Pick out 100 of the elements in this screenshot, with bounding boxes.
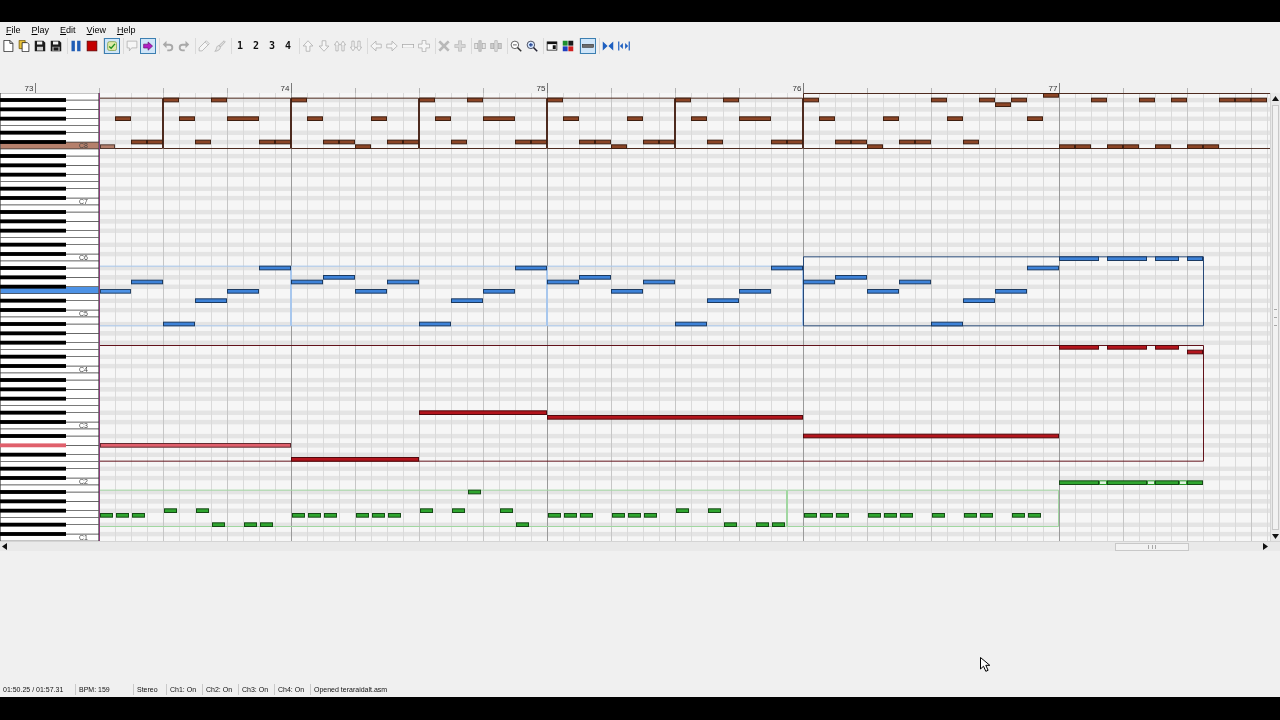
note-block[interactable] bbox=[644, 513, 657, 518]
piano-key[interactable] bbox=[0, 484, 99, 493]
pattern-frame[interactable] bbox=[675, 97, 803, 149]
note-block[interactable] bbox=[547, 97, 563, 103]
note-block[interactable] bbox=[548, 513, 561, 518]
note-block[interactable] bbox=[259, 139, 275, 145]
note-block[interactable] bbox=[483, 289, 515, 294]
piano-key[interactable] bbox=[0, 396, 66, 401]
note-block[interactable] bbox=[100, 289, 131, 294]
pattern-frame[interactable] bbox=[803, 256, 1204, 327]
piano-key[interactable] bbox=[0, 186, 66, 191]
piano-key[interactable] bbox=[0, 260, 99, 269]
note-block[interactable] bbox=[899, 279, 931, 285]
note-block[interactable] bbox=[1155, 480, 1179, 485]
piano-key[interactable] bbox=[0, 452, 66, 457]
note-block[interactable] bbox=[100, 144, 115, 149]
note-block[interactable] bbox=[659, 139, 675, 145]
note-block[interactable] bbox=[564, 513, 577, 518]
note-block[interactable] bbox=[851, 139, 867, 145]
piano-key[interactable] bbox=[0, 219, 66, 224]
note-block[interactable] bbox=[675, 97, 691, 103]
note-block[interactable] bbox=[1011, 97, 1027, 103]
note-block[interactable] bbox=[787, 139, 803, 145]
note-block[interactable] bbox=[227, 289, 259, 294]
note-block[interactable] bbox=[1219, 97, 1235, 103]
note-block[interactable] bbox=[756, 522, 769, 527]
note-block[interactable] bbox=[628, 513, 641, 518]
note-block[interactable] bbox=[324, 513, 337, 518]
pattern-frame[interactable] bbox=[291, 97, 419, 149]
note-block[interactable] bbox=[515, 265, 547, 271]
note-block[interactable] bbox=[164, 508, 177, 513]
note-block[interactable] bbox=[516, 522, 529, 527]
note-block[interactable] bbox=[643, 279, 675, 285]
piano-key[interactable] bbox=[0, 499, 66, 504]
horizontal-scrollbar[interactable] bbox=[0, 541, 1280, 551]
note-tail[interactable] bbox=[1099, 480, 1107, 485]
note-block[interactable] bbox=[116, 513, 129, 518]
note-block[interactable] bbox=[323, 139, 339, 145]
scrollbar-thumb[interactable] bbox=[1272, 105, 1279, 530]
note-block[interactable] bbox=[1139, 97, 1155, 103]
toolbar-button[interactable] bbox=[580, 38, 596, 54]
note-block[interactable] bbox=[931, 321, 963, 327]
note-block[interactable] bbox=[595, 139, 611, 145]
note-block[interactable] bbox=[515, 139, 531, 145]
note-block[interactable] bbox=[500, 508, 513, 513]
note-block[interactable] bbox=[1091, 97, 1107, 103]
note-block[interactable] bbox=[803, 279, 835, 285]
note-block[interactable] bbox=[900, 513, 913, 518]
number-button[interactable]: 2 bbox=[248, 38, 264, 54]
note-block[interactable] bbox=[1187, 256, 1203, 261]
note-block[interactable] bbox=[291, 97, 307, 103]
stop-icon[interactable] bbox=[86, 40, 98, 52]
note-block[interactable] bbox=[868, 513, 881, 518]
piano-key[interactable] bbox=[0, 508, 66, 513]
note-block[interactable] bbox=[771, 139, 787, 145]
documents-icon[interactable] bbox=[18, 40, 30, 52]
note-block[interactable] bbox=[723, 97, 739, 103]
note-block[interactable] bbox=[867, 289, 899, 294]
note-block[interactable] bbox=[387, 139, 403, 145]
note-block[interactable] bbox=[708, 508, 721, 513]
piano-key[interactable] bbox=[0, 116, 66, 121]
note-block[interactable] bbox=[1171, 97, 1187, 103]
note-block[interactable] bbox=[1059, 480, 1099, 485]
note-block[interactable] bbox=[403, 139, 419, 145]
note-block[interactable] bbox=[771, 265, 803, 271]
note-block[interactable] bbox=[420, 508, 433, 513]
piano-key[interactable] bbox=[0, 148, 99, 157]
note-block[interactable] bbox=[419, 97, 435, 103]
note-block[interactable] bbox=[932, 513, 945, 518]
piano-key[interactable] bbox=[0, 316, 99, 325]
note-block[interactable] bbox=[468, 489, 481, 495]
page-icon[interactable] bbox=[2, 40, 14, 52]
note-block[interactable] bbox=[531, 139, 547, 145]
zoom-in-icon[interactable] bbox=[526, 40, 538, 52]
note-tail[interactable] bbox=[1179, 480, 1187, 485]
piano-key[interactable] bbox=[0, 228, 66, 233]
piano-key[interactable] bbox=[0, 387, 66, 392]
note-block[interactable] bbox=[419, 321, 451, 327]
note-block[interactable] bbox=[100, 513, 113, 518]
piano-key[interactable] bbox=[0, 130, 66, 135]
note-block[interactable] bbox=[372, 513, 385, 518]
window-icon[interactable] bbox=[546, 40, 558, 52]
piano-key[interactable] bbox=[0, 354, 66, 359]
note-block[interactable] bbox=[580, 513, 593, 518]
piano-key[interactable] bbox=[0, 428, 99, 437]
menu-item[interactable]: Help bbox=[111, 23, 141, 36]
note-block[interactable] bbox=[1251, 97, 1267, 103]
note-block[interactable] bbox=[707, 139, 723, 145]
piano-key[interactable] bbox=[0, 275, 66, 280]
note-block[interactable] bbox=[212, 522, 225, 527]
note-block[interactable] bbox=[803, 433, 1059, 439]
vertical-scrollbar[interactable] bbox=[1270, 93, 1280, 541]
note-block[interactable] bbox=[196, 508, 209, 513]
note-block[interactable] bbox=[804, 513, 817, 518]
note-block[interactable] bbox=[308, 513, 321, 518]
note-block[interactable] bbox=[387, 279, 419, 285]
pattern-frame[interactable] bbox=[100, 97, 163, 149]
note-block[interactable] bbox=[836, 513, 849, 518]
scroll-right-arrow-icon[interactable] bbox=[1263, 543, 1268, 550]
note-block[interactable] bbox=[772, 522, 785, 527]
